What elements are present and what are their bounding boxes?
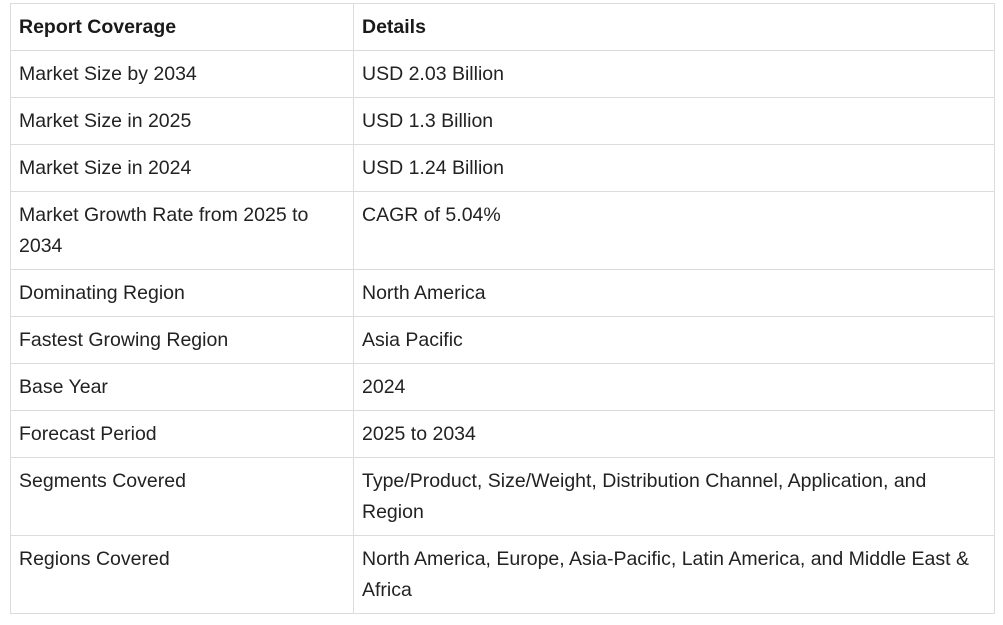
table-row: Market Growth Rate from 2025 to 2034 CAG… [10,191,995,270]
row-label: Forecast Period [10,410,354,458]
report-coverage-table-container: Report Coverage Details Market Size by 2… [10,3,995,614]
table-row: Forecast Period 2025 to 2034 [10,410,995,458]
column-header-details: Details [353,3,995,51]
table-row: Regions Covered North America, Europe, A… [10,535,995,614]
row-label: Market Size in 2024 [10,144,354,192]
table-row: Market Size in 2025 USD 1.3 Billion [10,97,995,145]
row-value: CAGR of 5.04% [353,191,995,270]
row-value: Asia Pacific [353,316,995,364]
table-row: Market Size in 2024 USD 1.24 Billion [10,144,995,192]
row-label: Regions Covered [10,535,354,614]
row-value: Type/Product, Size/Weight, Distribution … [353,457,995,536]
row-label: Fastest Growing Region [10,316,354,364]
row-label: Dominating Region [10,269,354,317]
table-row: Base Year 2024 [10,363,995,411]
column-header-report-coverage: Report Coverage [10,3,354,51]
table-header-row: Report Coverage Details [10,3,995,51]
row-value: North America, Europe, Asia-Pacific, Lat… [353,535,995,614]
row-value: USD 2.03 Billion [353,50,995,98]
row-value: 2024 [353,363,995,411]
table-row: Dominating Region North America [10,269,995,317]
row-value: USD 1.24 Billion [353,144,995,192]
table-row: Segments Covered Type/Product, Size/Weig… [10,457,995,536]
table-row: Market Size by 2034 USD 2.03 Billion [10,50,995,98]
row-value: North America [353,269,995,317]
row-value: USD 1.3 Billion [353,97,995,145]
row-label: Market Growth Rate from 2025 to 2034 [10,191,354,270]
table-row: Fastest Growing Region Asia Pacific [10,316,995,364]
row-value: 2025 to 2034 [353,410,995,458]
row-label: Market Size by 2034 [10,50,354,98]
report-coverage-table: Report Coverage Details Market Size by 2… [10,3,995,614]
row-label: Segments Covered [10,457,354,536]
row-label: Market Size in 2025 [10,97,354,145]
row-label: Base Year [10,363,354,411]
